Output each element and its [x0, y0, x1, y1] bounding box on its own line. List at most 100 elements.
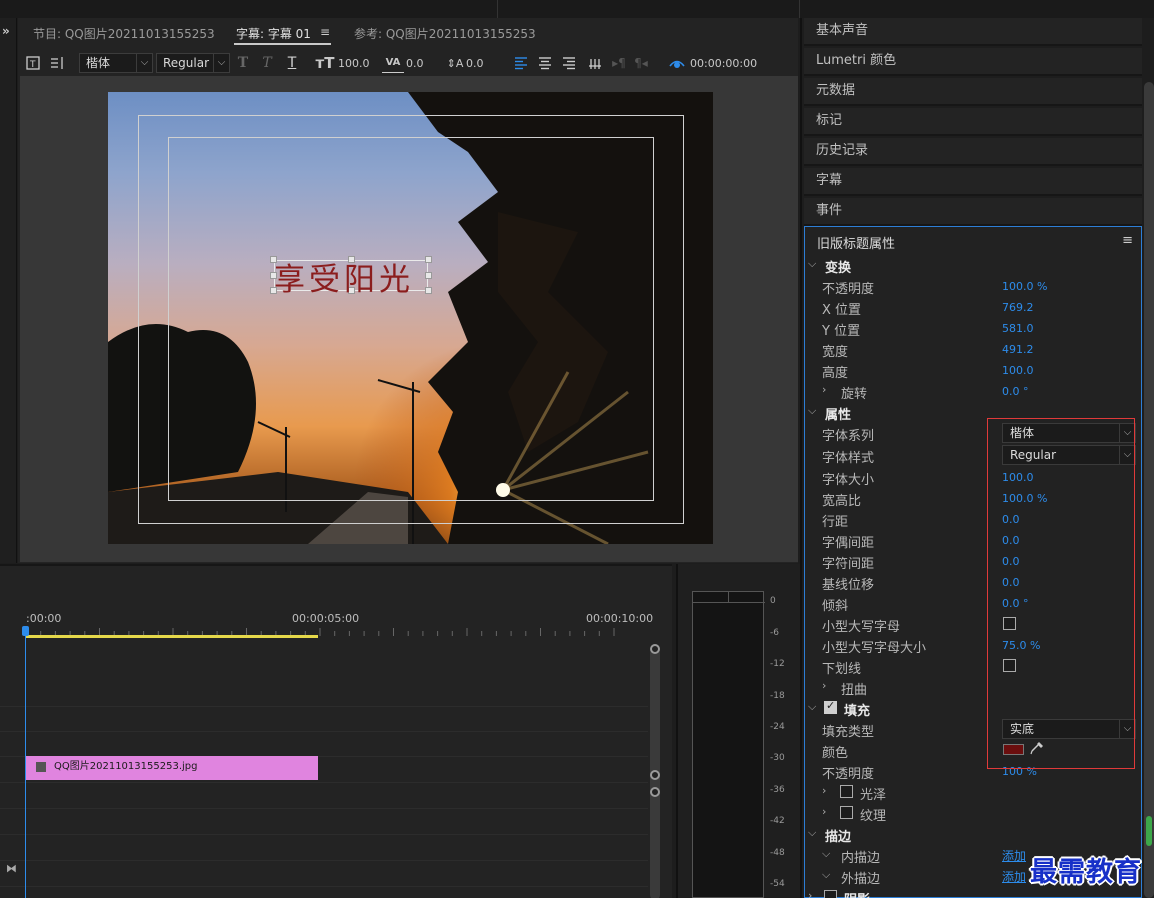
chevron-right-icon[interactable]: ›: [822, 679, 826, 692]
chevron-down-icon: ⌵: [136, 54, 152, 72]
font-size-value[interactable]: 100.0: [338, 53, 370, 73]
active-tab-underline: [234, 43, 331, 45]
title-text[interactable]: 享受阳光: [274, 254, 414, 299]
x-position-value[interactable]: 769.2: [1002, 301, 1034, 314]
db-tick: -36: [770, 785, 785, 795]
timecode-value[interactable]: 00:00:00:00: [690, 53, 757, 73]
tab-program[interactable]: 节目: QQ图片20211013155253: [33, 25, 215, 42]
panel-essential-sound[interactable]: 基本声音: [804, 18, 1142, 46]
panel-metadata[interactable]: 元数据: [804, 78, 1142, 106]
bold-icon[interactable]: T: [234, 53, 252, 73]
resize-handle[interactable]: [425, 287, 432, 294]
sheen-checkbox[interactable]: [840, 785, 853, 798]
chevron-down-icon: ⌵: [808, 257, 817, 270]
align-left-icon[interactable]: [512, 53, 530, 73]
tab-captions[interactable]: 字幕: 字幕 01: [236, 25, 311, 42]
panel-events[interactable]: 事件: [804, 198, 1142, 226]
text-direction-ltr-icon[interactable]: ▸¶: [610, 53, 628, 73]
clip-name: QQ图片20211013155253.jpg: [54, 761, 198, 772]
db-tick: -54: [770, 879, 785, 889]
opacity-value[interactable]: 100.0 %: [1002, 280, 1047, 293]
legacy-title-heading: 旧版标题属性: [817, 237, 896, 252]
show-video-icon[interactable]: [668, 53, 686, 73]
audio-meter-panel: 0 -6 -12 -18 -24 -30 -36 -42 -48 -54: [676, 564, 800, 898]
add-inner-stroke-link[interactable]: 添加: [1002, 847, 1026, 864]
scrollbar-thumb[interactable]: [1146, 816, 1152, 846]
highlight-box: [987, 418, 1135, 769]
scroll-handle-bottom[interactable]: [650, 770, 660, 780]
align-right-icon[interactable]: [560, 53, 578, 73]
db-tick: -18: [770, 691, 785, 701]
db-tick: -24: [770, 722, 785, 732]
audio-meter: [692, 591, 765, 898]
align-center-icon[interactable]: [536, 53, 554, 73]
left-gutter: »: [0, 18, 17, 563]
row-texture: › 纹理: [822, 805, 887, 824]
underline-icon[interactable]: T: [283, 53, 301, 73]
panel-scrollbar[interactable]: [1144, 82, 1154, 898]
section-stroke[interactable]: ⌵ 描边: [805, 824, 1143, 845]
db-tick: -12: [770, 659, 785, 669]
chevron-down-icon: ⌵: [808, 700, 817, 713]
font-size-icon: ᴛT: [315, 54, 335, 72]
title-safe-area: [168, 137, 654, 501]
tab-reference[interactable]: 参考: QQ图片20211013155253: [354, 25, 536, 42]
fill-checkbox[interactable]: [824, 699, 837, 714]
title-canvas: 享受阳光: [20, 76, 798, 562]
font-family-value: 楷体: [86, 56, 111, 70]
chevron-down-icon[interactable]: ⌵: [822, 868, 830, 882]
tab-menu-icon[interactable]: ≡: [320, 25, 330, 39]
video-clip[interactable]: QQ图片20211013155253.jpg: [26, 756, 318, 780]
chevron-down-icon: ⌵: [808, 404, 817, 417]
panel-lumetri-color[interactable]: Lumetri 颜色: [804, 48, 1142, 76]
db-tick: -6: [770, 628, 779, 638]
row-x-position: X 位置 769.2: [822, 301, 1034, 318]
panel-menu-icon[interactable]: ≡: [1122, 233, 1133, 248]
panel-markers[interactable]: 标记: [804, 108, 1142, 136]
timeline-panel: :00:00 00:00:05:00 00:00:10:00 QQ图片20211…: [0, 564, 672, 898]
panel-captions[interactable]: 字幕: [804, 168, 1142, 196]
tab-stops-icon[interactable]: [586, 53, 604, 73]
y-position-value[interactable]: 581.0: [1002, 322, 1034, 335]
db-tick: -48: [770, 848, 785, 858]
chevron-right-icon[interactable]: ›: [822, 805, 826, 818]
scroll-handle-top[interactable]: [650, 787, 660, 797]
shadow-checkbox[interactable]: [824, 890, 837, 898]
text-direction-rtl-icon[interactable]: ¶◂: [632, 53, 650, 73]
row-opacity: 不透明度 100.0 %: [822, 280, 1048, 297]
font-family-dropdown[interactable]: 楷体 ⌵: [79, 53, 153, 73]
resize-handle[interactable]: [425, 272, 432, 279]
text-list-icon[interactable]: [48, 53, 68, 73]
texture-checkbox[interactable]: [840, 806, 853, 819]
row-width: 宽度 491.2: [822, 343, 1034, 360]
panel-history[interactable]: 历史记录: [804, 138, 1142, 166]
font-style-dropdown[interactable]: Regular ⌵: [156, 53, 230, 73]
row-height: 高度 100.0: [822, 364, 1034, 381]
chevron-down-icon: ⌵: [808, 826, 817, 839]
expand-panels-icon[interactable]: »: [2, 24, 10, 38]
db-tick: -30: [770, 753, 785, 763]
text-box-icon[interactable]: T: [24, 53, 42, 73]
track-height-icon[interactable]: ⧓: [6, 862, 17, 875]
add-outer-stroke-link[interactable]: 添加: [1002, 868, 1026, 885]
chevron-right-icon[interactable]: ›: [822, 784, 826, 797]
time-label: 00:00:10:00: [586, 612, 654, 625]
italic-icon[interactable]: T: [258, 53, 276, 73]
scroll-handle-top[interactable]: [650, 644, 660, 654]
fx-badge-icon: [36, 762, 46, 772]
kerning-value[interactable]: 0.0: [406, 53, 424, 73]
height-value[interactable]: 100.0: [1002, 364, 1034, 377]
chevron-down-icon[interactable]: ⌵: [822, 847, 830, 861]
playhead-marker[interactable]: [22, 626, 29, 636]
resize-handle[interactable]: [425, 256, 432, 263]
rotation-value[interactable]: 0.0 °: [1002, 385, 1029, 398]
leading-value[interactable]: 0.0: [466, 53, 484, 73]
section-transform[interactable]: ⌵ 变换: [805, 255, 1143, 276]
chevron-right-icon[interactable]: ›: [822, 383, 826, 396]
title-toolbar: T 楷体 ⌵ Regular ⌵ T T T ᴛT 100.0 VA 0.0 ⇕…: [18, 50, 798, 76]
svg-text:T: T: [29, 60, 36, 70]
width-value[interactable]: 491.2: [1002, 343, 1034, 356]
title-monitor-panel: 节目: QQ图片20211013155253 字幕: 字幕 01 ≡ 参考: Q…: [18, 18, 798, 563]
chevron-right-icon: ›: [808, 889, 813, 898]
work-area-bar[interactable]: [26, 635, 318, 638]
